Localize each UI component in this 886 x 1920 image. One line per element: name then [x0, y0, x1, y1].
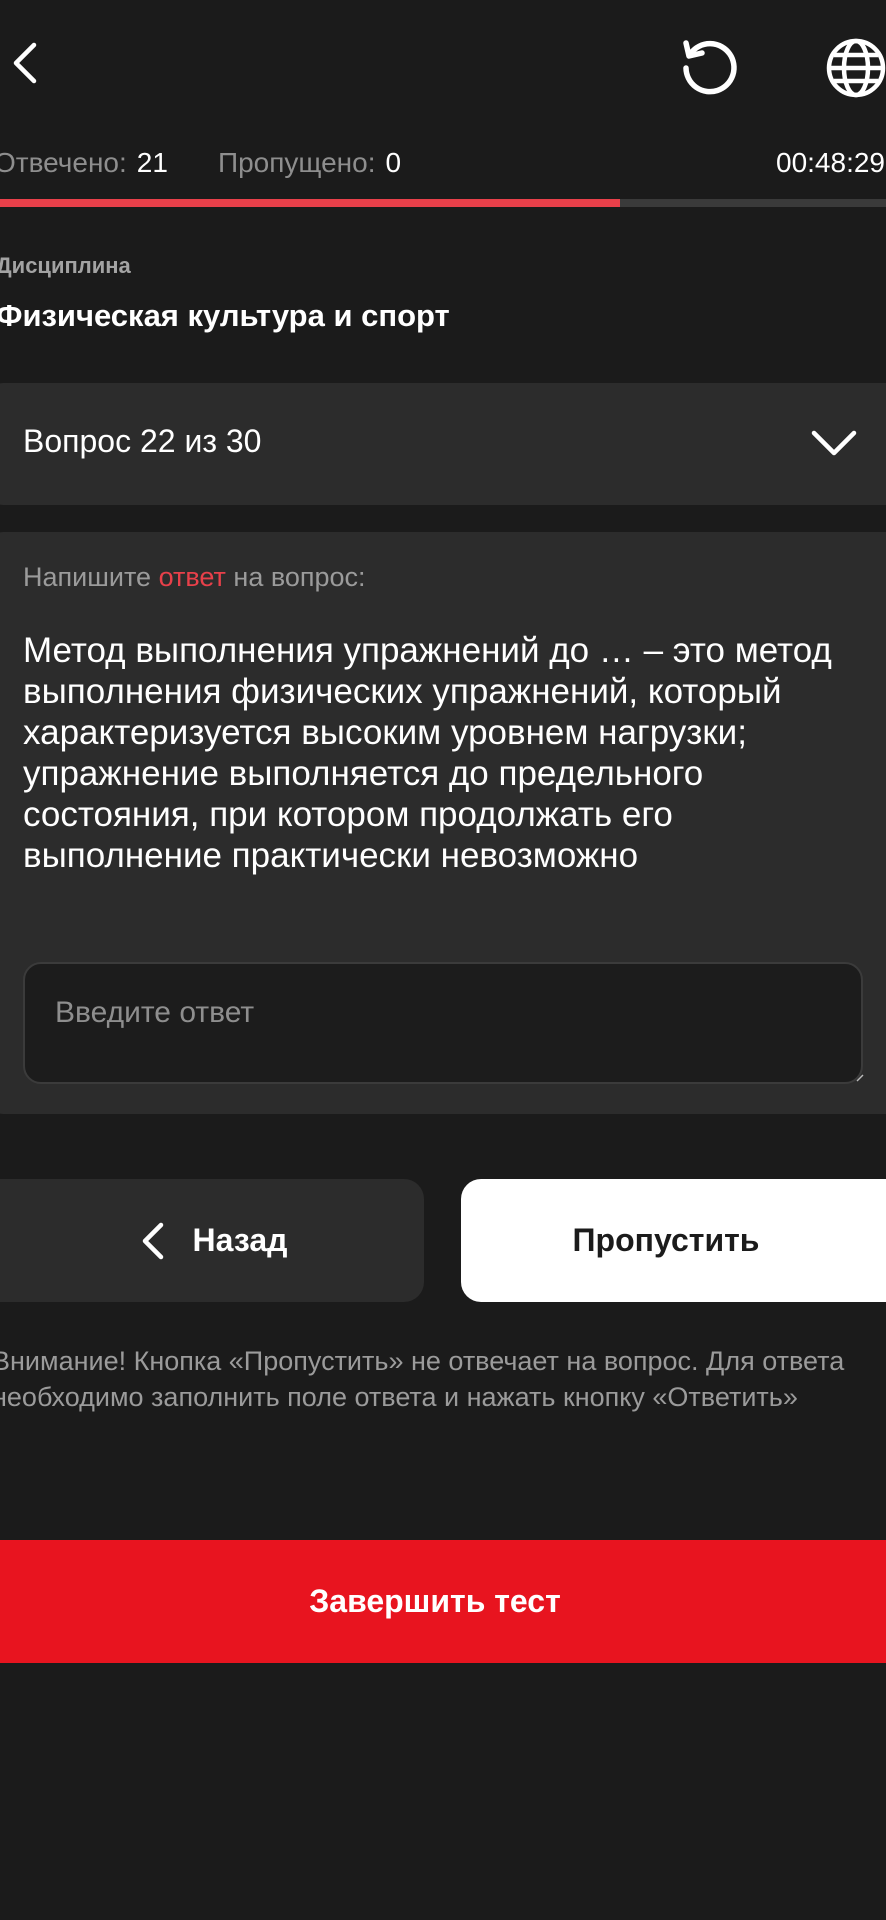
skip-button[interactable]: Пропустить	[461, 1179, 886, 1302]
answered-count: 21	[136, 147, 168, 178]
instruction-suffix: на вопрос:	[233, 562, 366, 592]
instruction-accent: ответ	[158, 562, 226, 592]
discipline-name: Физическая культура и спорт	[0, 298, 450, 333]
stats-row: Отвечено: 21 Пропущено: 0	[0, 146, 401, 180]
skip-notice: Внимание! Кнопка «Пропустить» не отвечае…	[0, 1346, 845, 1412]
progress-fill	[0, 199, 620, 207]
back-button[interactable]	[0, 30, 50, 96]
skipped-count: 0	[385, 147, 402, 178]
finish-test-label: Завершить тест	[309, 1583, 561, 1619]
back-nav-button[interactable]: Назад	[0, 1179, 424, 1302]
chevron-left-icon	[142, 1222, 163, 1259]
question-card: Напишите ответ на вопрос: Метод выполнен…	[0, 532, 886, 1114]
answer-input[interactable]	[23, 962, 863, 1084]
instruction-prefix: Напишите	[23, 562, 152, 592]
resize-grip-icon[interactable]	[856, 1074, 864, 1082]
answered-label: Отвечено:	[0, 147, 127, 178]
finish-test-button[interactable]: Завершить тест	[0, 1540, 886, 1663]
skipped-label: Пропущено:	[217, 147, 376, 178]
answer-instruction: Напишите ответ на вопрос:	[23, 562, 366, 593]
timer: 00:48:29	[776, 147, 885, 178]
discipline-label: Дисциплина	[0, 253, 131, 278]
globe-icon	[826, 38, 886, 98]
restart-icon	[683, 40, 737, 95]
language-button[interactable]	[816, 30, 886, 106]
question-selector[interactable]: Вопрос 22 из 30	[0, 383, 886, 505]
chevron-left-icon	[13, 42, 37, 84]
chevron-down-icon	[811, 430, 857, 456]
back-nav-label: Назад	[192, 1222, 288, 1258]
question-number: Вопрос 22 из 30	[23, 423, 262, 459]
progress-bar	[0, 199, 886, 207]
question-text: Метод выполнения упражнений до … – это м…	[23, 631, 832, 875]
restart-button[interactable]	[670, 30, 750, 106]
skip-label: Пропустить	[572, 1222, 760, 1258]
